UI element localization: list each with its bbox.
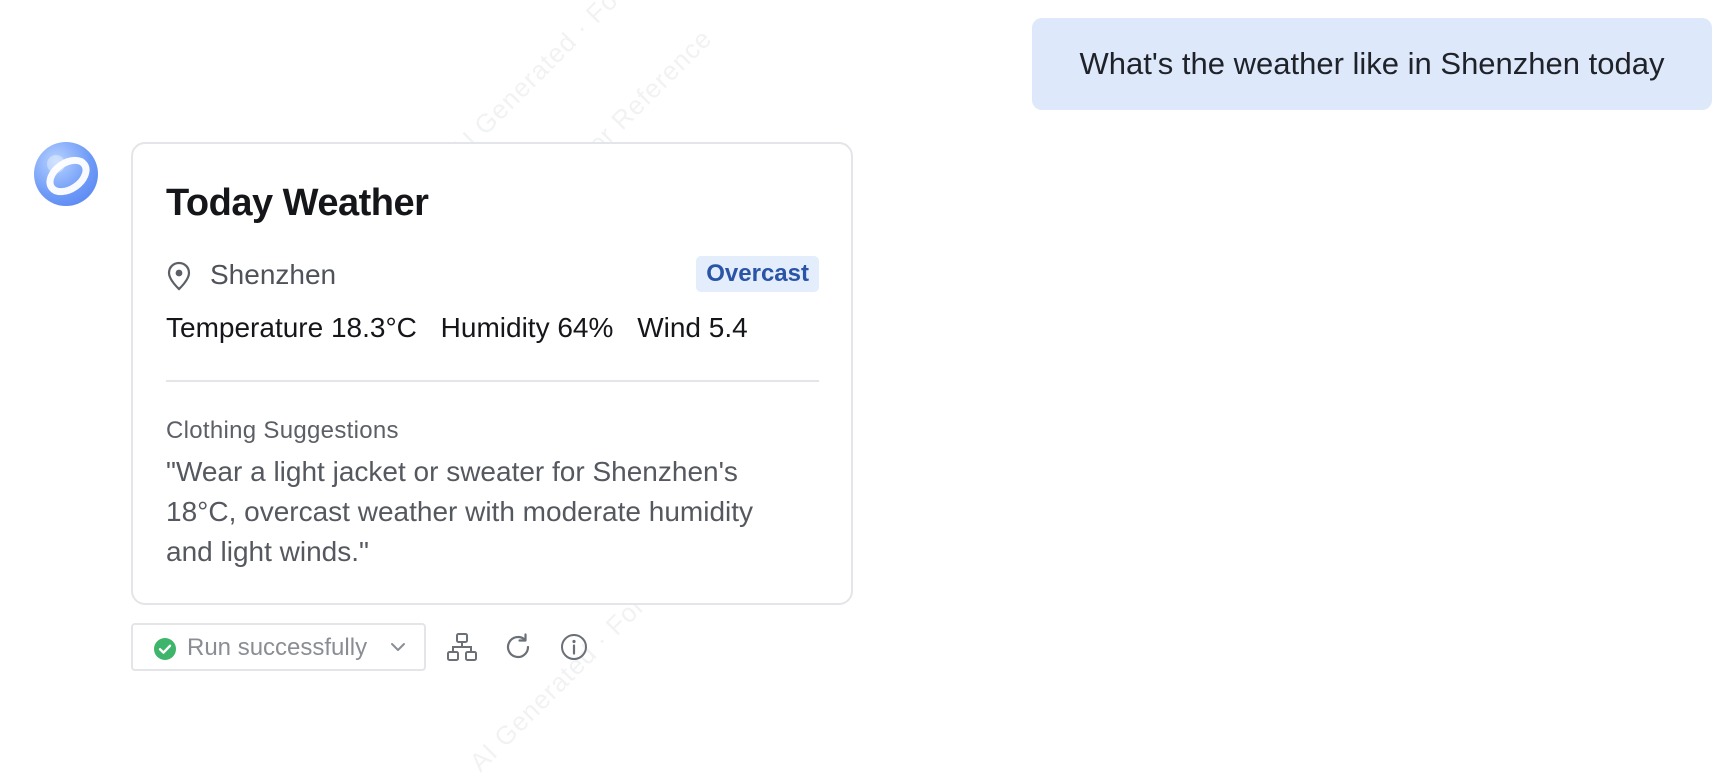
chevron-down-icon [391, 643, 405, 651]
assistant-logo-icon [34, 142, 98, 206]
city-name: Shenzhen [210, 259, 337, 290]
refresh-icon[interactable] [502, 631, 534, 663]
divider [166, 380, 819, 382]
clothing-suggestion-text: "Wear a light jacket or sweater for Shen… [166, 456, 754, 567]
temperature-value: Temperature 18.3°C [166, 312, 417, 343]
run-status-dropdown[interactable]: Run successfully [131, 623, 426, 671]
map-pin-icon [167, 261, 191, 291]
condition-badge: Overcast [696, 256, 819, 292]
clothing-section-label: Clothing Suggestions [166, 417, 399, 444]
humidity-value: Humidity 64% [440, 312, 614, 343]
weather-metrics: Temperature 18.3°C Humidity 64% Wind 5.4 [166, 312, 764, 344]
user-message-bubble: What's the weather like in Shenzhen toda… [1032, 18, 1712, 110]
info-icon[interactable] [558, 631, 590, 663]
check-circle-icon [154, 638, 176, 660]
wind-value: Wind 5.4 [637, 312, 748, 343]
location-row: Shenzhen Overcast [166, 256, 819, 296]
workflow-icon[interactable] [446, 631, 478, 663]
run-status-label: Run successfully [187, 634, 368, 661]
card-title: Today Weather [166, 182, 429, 224]
weather-card: Today Weather Shenzhen Overcast Temperat… [131, 142, 853, 605]
user-message-text: What's the weather like in Shenzhen toda… [1079, 46, 1665, 81]
